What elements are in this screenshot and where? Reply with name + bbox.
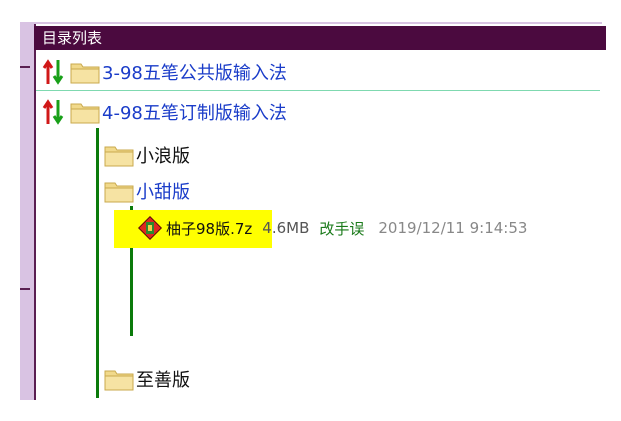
tree-subitem[interactable]: 小甜版 — [104, 178, 190, 204]
folder-icon — [104, 179, 134, 203]
file-name[interactable]: 柚子98版.7z — [166, 218, 252, 239]
row-separator — [36, 90, 600, 91]
tree-subitem[interactable]: 小浪版 — [104, 142, 190, 168]
folder-icon — [70, 100, 100, 124]
window-title: 目录列表 — [34, 26, 606, 50]
tree-item[interactable]: 4-98五笔订制版输入法 — [42, 98, 287, 126]
tree-subitem[interactable]: 至善版 — [104, 366, 190, 392]
file-note: 改手误 — [319, 219, 365, 238]
sort-arrows-icon[interactable] — [42, 58, 66, 86]
tree-subitem-label[interactable]: 小浪版 — [136, 142, 190, 168]
frame-tick — [20, 66, 30, 68]
file-date: 2019/12/11 9:14:53 — [378, 219, 528, 237]
folder-icon — [104, 367, 134, 391]
tree-subitem-label[interactable]: 小甜版 — [136, 178, 190, 204]
folder-icon — [104, 143, 134, 167]
tree-item[interactable]: 3-98五笔公共版输入法 — [42, 58, 287, 86]
file-row[interactable]: 柚子98版.7z 4.6MB 改手误 2019/12/11 9:14:53 — [137, 215, 528, 241]
archive-file-icon — [137, 215, 164, 241]
file-size: 4.6MB — [262, 219, 310, 237]
tree-item-label[interactable]: 4-98五笔订制版输入法 — [102, 99, 287, 125]
tree-item-label[interactable]: 3-98五笔公共版输入法 — [102, 59, 287, 85]
tree-subitem-label[interactable]: 至善版 — [136, 366, 190, 392]
folder-icon — [70, 60, 100, 84]
sort-arrows-icon[interactable] — [42, 98, 66, 126]
frame-tick — [20, 288, 30, 290]
tree-connector — [96, 128, 99, 398]
